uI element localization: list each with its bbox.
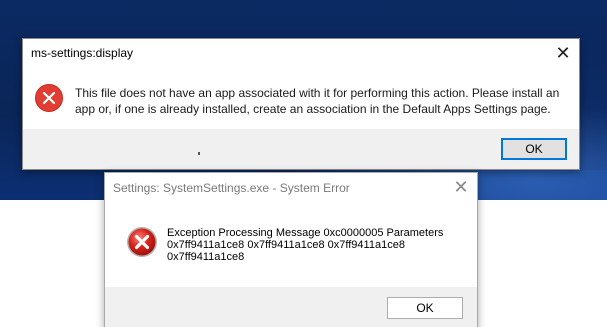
background-window-left	[0, 200, 110, 327]
background-window-right	[476, 200, 607, 327]
dialog-title: ms-settings:display	[31, 46, 134, 60]
ms-settings-dialog: ms-settings:display ✕ This file does not…	[22, 38, 580, 170]
close-icon: ✕	[453, 177, 469, 197]
error-message: Exception Processing Message 0xc0000005 …	[167, 227, 467, 263]
system-error-dialog: Settings: SystemSettings.exe - System Er…	[104, 172, 478, 327]
dialog-title: Settings: SystemSettings.exe - System Er…	[113, 181, 350, 195]
dialog-footer: OK	[23, 129, 579, 169]
error-x-icon	[126, 226, 158, 258]
close-icon: ✕	[555, 43, 571, 63]
mouse-cursor-icon	[198, 152, 200, 155]
ok-button[interactable]: OK	[501, 138, 567, 160]
dialog-titlebar[interactable]: ms-settings:display ✕	[23, 39, 579, 67]
dialog-footer: OK	[105, 287, 477, 327]
close-button[interactable]: ✕	[449, 176, 473, 198]
error-circle-icon	[35, 84, 63, 112]
error-message-line: 0x7ff9411a1ce8 0x7ff9411a1ce8 0x7ff9411a…	[167, 239, 405, 251]
ok-button[interactable]: OK	[387, 297, 463, 319]
dialog-message: This file does not have an app associate…	[75, 86, 560, 116]
dialog-content: This file does not have an app associate…	[23, 67, 579, 127]
error-message-line: Exception Processing Message 0xc0000005 …	[167, 227, 444, 239]
close-button[interactable]: ✕	[551, 42, 575, 64]
error-message-line: 0x7ff9411a1ce8	[167, 251, 245, 263]
